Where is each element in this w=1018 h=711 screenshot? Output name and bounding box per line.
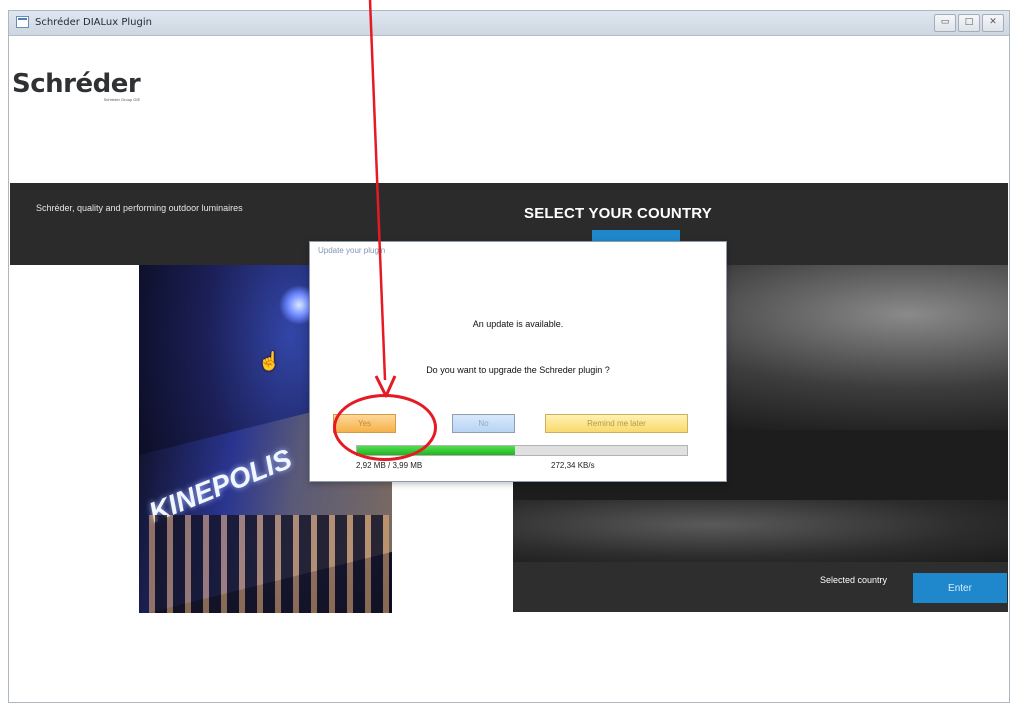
maximize-icon[interactable]: □ bbox=[958, 14, 980, 32]
lit-columns bbox=[149, 515, 389, 613]
window-title: Schréder DIALux Plugin bbox=[35, 17, 152, 28]
hand-cursor-icon: ☝ bbox=[258, 351, 281, 371]
upgrade-question: Do you want to upgrade the Schreder plug… bbox=[426, 365, 610, 375]
no-button[interactable]: No bbox=[452, 414, 515, 433]
brand-name: Schréder bbox=[12, 69, 141, 99]
download-amount: 2,92 MB / 3,99 MB bbox=[356, 461, 423, 470]
remind-later-button[interactable]: Remind me later bbox=[545, 414, 688, 433]
panel-strip-image bbox=[513, 500, 1008, 562]
dialog-title: Update your plugin bbox=[318, 246, 386, 255]
page-title: SELECT YOUR COUNTRY bbox=[524, 205, 712, 222]
minimize-icon[interactable]: ▭ bbox=[934, 14, 956, 32]
annotation-circle bbox=[333, 394, 437, 461]
app-icon bbox=[16, 16, 29, 28]
download-rate: 272,34 KB/s bbox=[551, 461, 595, 470]
selected-country-label: Selected country bbox=[820, 575, 888, 585]
enter-button[interactable]: Enter bbox=[913, 573, 1007, 603]
brand-logo: Schréder Schréder Group GIE bbox=[12, 69, 141, 102]
update-message: An update is available. bbox=[472, 319, 564, 329]
title-bar[interactable]: Schréder DIALux Plugin ▭ □ ✕ bbox=[9, 11, 1009, 36]
tagline: Schréder, quality and performing outdoor… bbox=[36, 203, 243, 213]
window-controls: ▭ □ ✕ bbox=[934, 14, 1004, 32]
close-icon[interactable]: ✕ bbox=[982, 14, 1004, 32]
